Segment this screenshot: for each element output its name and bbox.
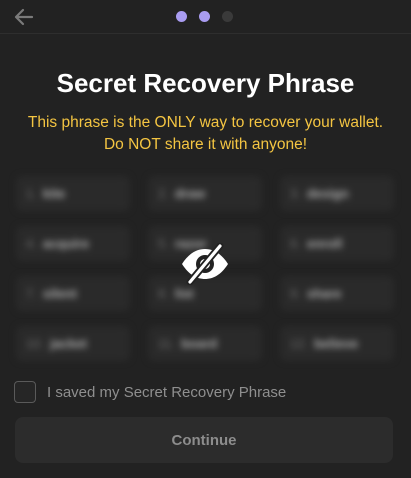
continue-button[interactable]: Continue: [15, 417, 393, 463]
step-dot-3: [222, 11, 233, 22]
phrase-word-text: enroll: [306, 236, 343, 251]
phrase-word-11: 11. board: [148, 326, 262, 361]
step-dot-2: [199, 11, 210, 22]
phrase-word-4: 4. acquire: [16, 226, 130, 261]
back-button[interactable]: [14, 8, 34, 26]
phrase-word-text: jacket: [50, 336, 87, 351]
phrase-word-number: 10.: [26, 336, 45, 351]
reveal-phrase-button[interactable]: [179, 242, 231, 286]
phrase-word-7: 7. silent: [16, 276, 130, 311]
phrase-word-number: 3.: [290, 186, 301, 201]
phrase-word-number: 9.: [290, 286, 301, 301]
phrase-word-number: 8.: [158, 286, 169, 301]
phrase-word-1: 1. kite: [16, 176, 130, 211]
phrase-word-6: 6. enroll: [280, 226, 394, 261]
phrase-word-number: 11.: [158, 336, 176, 351]
step-indicator: [176, 11, 233, 23]
eye-off-icon: [182, 242, 228, 286]
saved-phrase-label[interactable]: I saved my Secret Recovery Phrase: [47, 384, 286, 401]
phrase-word-number: 4.: [26, 236, 37, 251]
phrase-word-text: silent: [42, 286, 77, 301]
phrase-word-number: 6.: [290, 236, 301, 251]
phrase-word-text: list: [174, 286, 194, 301]
phrase-word-2: 2. draw: [148, 176, 262, 211]
phrase-word-9: 9. share: [280, 276, 394, 311]
phrase-word-text: kite: [42, 186, 66, 201]
phrase-word-10: 10. jacket: [16, 326, 130, 361]
phrase-word-number: 7.: [26, 286, 37, 301]
phrase-word-text: board: [181, 336, 218, 351]
phrase-word-number: 5.: [158, 236, 169, 251]
page-title: Secret Recovery Phrase: [56, 68, 355, 98]
step-dot-1: [176, 11, 187, 22]
phrase-word-text: believe: [314, 336, 359, 351]
saved-phrase-checkbox[interactable]: [14, 381, 36, 403]
saved-confirmation-row: I saved my Secret Recovery Phrase: [14, 380, 286, 404]
phrase-word-12: 12. believe: [280, 326, 394, 361]
warning-message: This phrase is the ONLY way to recover y…: [27, 114, 384, 153]
phrase-word-3: 3. design: [280, 176, 394, 211]
phrase-word-number: 1.: [26, 186, 37, 201]
phrase-word-text: draw: [174, 186, 206, 201]
phrase-word-text: design: [306, 186, 349, 201]
onboarding-header: [0, 0, 411, 34]
phrase-word-text: share: [306, 286, 342, 301]
phrase-word-number: 2.: [158, 186, 169, 201]
arrow-left-icon: [14, 8, 34, 26]
phrase-word-number: 12.: [290, 336, 309, 351]
phrase-word-text: acquire: [42, 236, 90, 251]
